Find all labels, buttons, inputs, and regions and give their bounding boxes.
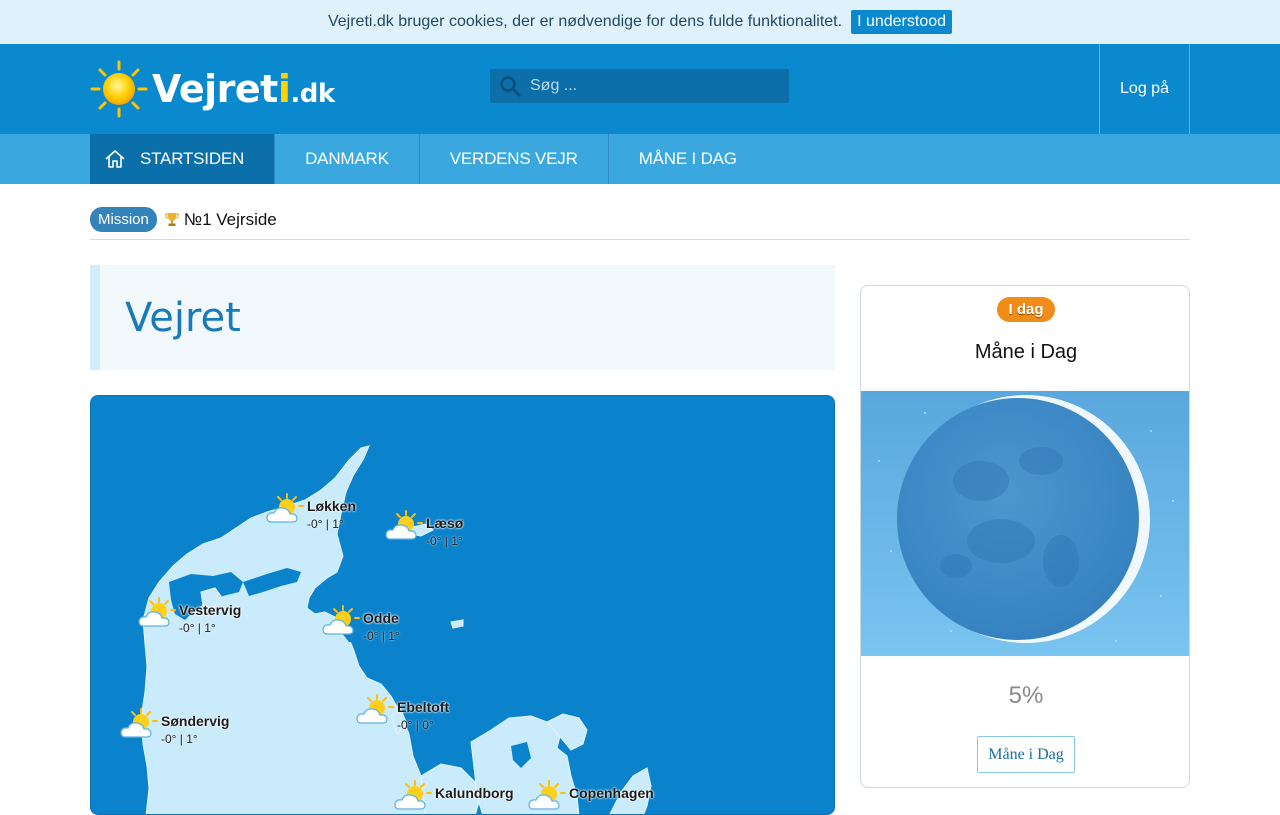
moon-illumination: 5% [1008,682,1044,709]
nav-item-label: Verdens vejr [449,149,578,168]
logo-wordmark: Vejreti.dk [152,67,335,111]
search-bar [490,69,789,103]
city-name: Kalundborg [435,785,514,801]
city-odde[interactable]: Odde -0° | 1° [321,604,400,643]
main-nav: Startsiden Danmark Verdens vejr Måne i d… [0,134,1280,184]
city-lokken[interactable]: Løkken -0° | 1° [265,492,356,531]
site-logo[interactable]: Vejreti.dk [90,60,335,118]
nav-item-danmark[interactable]: Danmark [275,134,420,184]
city-name: Odde [363,610,399,626]
city-ebeltoft[interactable]: Ebeltoft -0° | 0° [355,693,449,732]
city-kalundborg[interactable]: Kalundborg [393,779,514,814]
nav-item-label: Danmark [305,149,389,168]
moon-widget: I dag Måne i Dag 5% Måne i Dag [860,285,1190,788]
city-copenhagen[interactable]: Copenhagen [527,779,654,814]
mission-badge[interactable]: Mission [90,207,157,232]
city-name: Vestervig [179,602,242,618]
site-header: Vejreti.dk Log på [0,44,1280,134]
city-name: Løkken [307,498,357,514]
moon-today-button[interactable]: Måne i Dag [977,736,1075,773]
search-icon[interactable] [490,69,530,103]
city-temp: -0° | 1° [179,621,216,635]
city-sondervig[interactable]: Søndervig -0° | 1° [119,707,229,746]
weather-map[interactable]: Løkken -0° | 1° Læsø -0° | 1° Vestervig … [90,395,835,815]
partly-cloudy-icon [138,597,176,627]
login-link[interactable]: Log på [1099,44,1190,134]
mission-row: Mission №1 Vejrside [90,207,1190,240]
nav-item-verdens-vejr[interactable]: Verdens vejr [420,134,609,184]
partly-cloudy-icon [322,605,360,635]
page-title-box: Vejret [90,265,835,370]
city-temp: -0° | 1° [363,629,400,643]
city-temp: -0° | 0° [397,718,434,732]
home-icon [105,150,125,168]
city-name: Søndervig [161,713,230,729]
sun-logo-icon [90,60,148,118]
partly-cloudy-icon [528,780,566,810]
city-vestervig[interactable]: Vestervig -0° | 1° [137,596,241,635]
city-temp: -0° | 1° [307,517,344,531]
page-title: Vejret [125,295,241,341]
tagline: №1 Vejrside [183,210,277,229]
partly-cloudy-icon [356,694,394,724]
city-laeso[interactable]: Læsø -0° | 1° [384,509,463,548]
city-name: Læsø [426,515,464,531]
nav-item-label: Startsiden [140,149,245,168]
cookie-message: Vejreti.dk bruger cookies, der er nødven… [327,13,843,30]
partly-cloudy-icon [394,780,432,810]
logo-highlight-text: i [277,67,291,111]
logo-suffix-text: .dk [290,79,335,109]
cookie-banner: Vejreti.dk bruger cookies, der er nødven… [0,0,1280,44]
city-name: Ebeltoft [397,699,450,715]
partly-cloudy-icon [385,510,423,540]
nav-item-mane-i-dag[interactable]: Måne i dag [609,134,767,184]
city-name: Copenhagen [569,785,654,801]
logo-main-text: Vejret [152,67,278,111]
today-badge: I dag [997,297,1055,322]
city-temp: -0° | 1° [161,732,198,746]
moon-phase-image [861,391,1189,656]
cookie-accept-button[interactable]: I understood [851,10,953,34]
moon-title: Måne i Dag [974,341,1078,363]
search-input[interactable] [530,77,780,95]
partly-cloudy-icon [266,493,304,523]
nav-item-label: Måne i dag [638,149,737,168]
city-temp: -0° | 1° [426,534,463,548]
trophy-icon [165,213,179,226]
partly-cloudy-icon [120,708,158,738]
nav-item-startsiden[interactable]: Startsiden [90,134,276,184]
